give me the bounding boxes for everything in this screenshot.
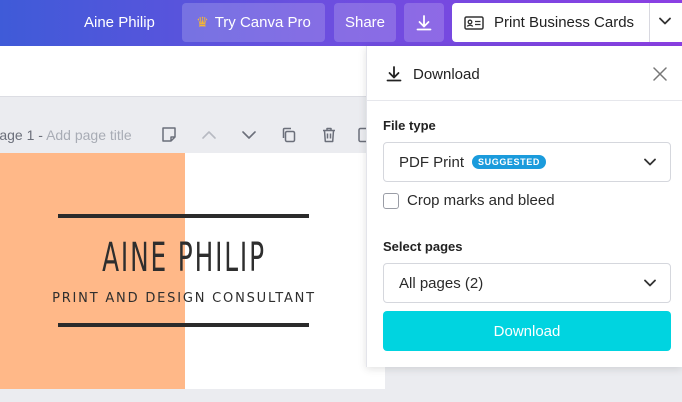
share-label: Share: [344, 14, 386, 31]
top-bar: Aine Philip ♛ Try Canva Pro Share Print …: [0, 0, 682, 46]
add-page-title-input[interactable]: Add page title: [46, 127, 132, 143]
download-button-label: Download: [493, 322, 561, 340]
download-icon: [386, 66, 402, 82]
card-bottom-rule: [58, 323, 309, 327]
crown-icon: ♛: [196, 14, 209, 30]
try-canva-pro-button[interactable]: ♛ Try Canva Pro: [182, 3, 325, 42]
close-icon[interactable]: [653, 67, 667, 81]
user-name[interactable]: Aine Philip: [84, 14, 155, 31]
download-button[interactable]: Download: [383, 311, 671, 351]
chevron-down-icon[interactable]: [239, 125, 259, 145]
card-top-rule: [58, 214, 309, 218]
card-name-text[interactable]: AINE PHILIP: [70, 235, 298, 281]
download-icon: [416, 14, 432, 30]
page-number-label: Page 1 -: [0, 127, 43, 143]
try-canva-pro-label: Try Canva Pro: [214, 14, 311, 31]
crop-marks-label[interactable]: Crop marks and bleed: [407, 192, 555, 209]
file-type-select[interactable]: PDF Print SUGGESTED: [383, 142, 671, 182]
print-divider: [649, 3, 650, 42]
file-type-label: File type: [383, 118, 436, 133]
business-card-canvas[interactable]: AINE PHILIP PRINT AND DESIGN CONSULTANT: [0, 153, 385, 389]
chevron-down-icon: [644, 279, 656, 287]
page-title: Page 1 - Add page title: [0, 127, 132, 143]
share-button[interactable]: Share: [334, 3, 396, 42]
select-pages-value: All pages (2): [399, 274, 484, 292]
download-toolbar-button[interactable]: [404, 3, 444, 42]
print-business-cards-button[interactable]: Print Business Cards: [452, 3, 682, 42]
print-business-cards-label: Print Business Cards: [494, 14, 635, 31]
chevron-up-icon[interactable]: [199, 125, 219, 145]
crop-marks-row[interactable]: Crop marks and bleed: [383, 192, 555, 209]
download-panel: Download File type PDF Print SUGGESTED C…: [366, 46, 682, 367]
chevron-down-icon: [644, 158, 656, 166]
select-pages-label: Select pages: [383, 239, 463, 254]
duplicate-icon[interactable]: [279, 125, 299, 145]
crop-marks-checkbox[interactable]: [383, 192, 399, 209]
trash-icon[interactable]: [319, 125, 339, 145]
select-pages-select[interactable]: All pages (2): [383, 263, 671, 303]
chevron-down-icon[interactable]: [659, 17, 671, 25]
note-icon[interactable]: [159, 125, 179, 145]
file-type-value: PDF Print: [399, 153, 465, 171]
suggested-badge: SUGGESTED: [472, 155, 546, 169]
business-card-icon: [464, 15, 484, 30]
card-role-text[interactable]: PRINT AND DESIGN CONSULTANT: [0, 291, 368, 306]
download-panel-title: Download: [413, 66, 480, 83]
download-panel-header: Download: [367, 46, 682, 101]
